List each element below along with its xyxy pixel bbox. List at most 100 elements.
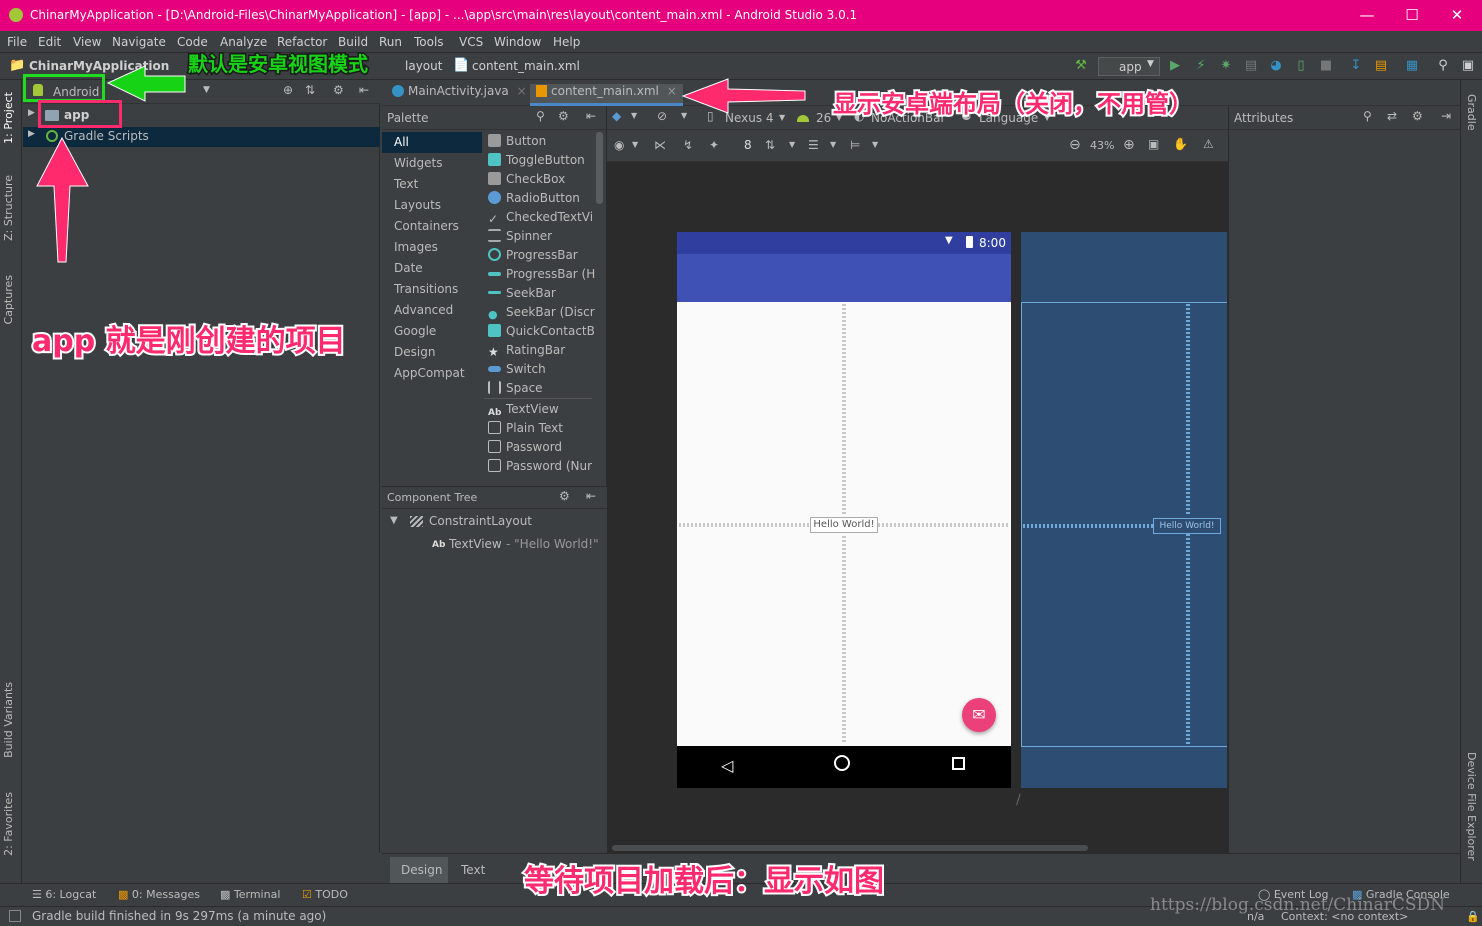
status-message[interactable]: Gradle build finished in 9s 297ms (a min… <box>32 909 326 923</box>
zoom-fit-icon[interactable]: ▣ <box>1148 137 1159 151</box>
menu-file[interactable]: File <box>7 35 27 49</box>
pack-icon[interactable]: ⇅ <box>765 138 775 152</box>
project-structure-icon[interactable]: ▦ <box>1404 58 1420 74</box>
run-config-select[interactable]: app ▼ <box>1098 57 1160 76</box>
stop-icon[interactable]: ■ <box>1318 58 1334 74</box>
default-margin[interactable]: 8 <box>744 138 752 152</box>
palette-item[interactable]: Plain Text <box>488 421 563 435</box>
gear-icon[interactable]: ⚙ <box>1412 109 1423 123</box>
palette-category-date[interactable]: Date <box>394 261 423 275</box>
menu-refactor[interactable]: Refactor <box>277 35 327 49</box>
tool-structure[interactable]: Z: Structure <box>2 175 15 241</box>
toggle-tool-windows-icon[interactable] <box>9 910 21 922</box>
gear-icon[interactable]: ⚙ <box>559 489 570 503</box>
tool-terminal[interactable]: ▩ Terminal <box>220 888 280 901</box>
horizontal-scrollbar[interactable] <box>612 845 1088 851</box>
hide-panel-icon[interactable]: ⇤ <box>586 489 596 503</box>
expand-arrow-icon[interactable]: ▼ <box>390 515 398 526</box>
gear-icon[interactable]: ⚙ <box>558 109 569 123</box>
menu-help[interactable]: Help <box>553 35 580 49</box>
palette-item[interactable]: Button <box>488 134 546 148</box>
hello-textview-blueprint[interactable]: Hello World! <box>1153 518 1221 534</box>
home-icon[interactable] <box>834 755 850 771</box>
palette-item[interactable]: ProgressBar <box>488 248 578 262</box>
palette-item[interactable]: Space <box>488 381 543 395</box>
tree-node-textview[interactable]: TextView <box>449 537 502 551</box>
menu-edit[interactable]: Edit <box>38 35 61 49</box>
menu-view[interactable]: View <box>73 35 101 49</box>
palette-category-design[interactable]: Design <box>394 345 435 359</box>
resize-handle-icon[interactable]: ∕ <box>1016 792 1032 808</box>
search-icon[interactable]: ⚲ <box>1435 58 1451 74</box>
attach-icon[interactable]: ▤ <box>1243 58 1259 74</box>
menu-analyze[interactable]: Analyze <box>220 35 267 49</box>
tab-text[interactable]: Text <box>450 857 500 883</box>
sync-icon[interactable]: ↧ <box>1348 58 1364 74</box>
phone-icon[interactable]: ▯ <box>707 109 714 123</box>
profiler-icon[interactable]: ◕ <box>1268 58 1284 74</box>
chevron-down-icon[interactable]: ▼ <box>789 140 795 149</box>
expand-arrow-icon[interactable]: ▶ <box>28 129 35 139</box>
menu-build[interactable]: Build <box>338 35 368 49</box>
tool-favorites[interactable]: 2: Favorites <box>2 792 15 856</box>
minimize-icon[interactable]: — <box>1352 5 1382 25</box>
palette-item[interactable]: ToggleButton <box>488 153 585 167</box>
palette-category-all[interactable]: All <box>394 135 409 149</box>
palette-scrollbar[interactable] <box>596 132 603 204</box>
menu-navigate[interactable]: Navigate <box>112 35 166 49</box>
collapse-icon[interactable]: ⇅ <box>305 83 315 97</box>
zoom-in-icon[interactable]: ⊕ <box>1123 137 1135 153</box>
hide-panel-icon[interactable]: ⇥ <box>1441 109 1451 123</box>
orientation-icon[interactable]: ⊘ <box>657 109 667 123</box>
palette-item[interactable]: SeekBar <box>488 286 556 300</box>
chevron-down-icon[interactable]: ▼ <box>681 111 687 120</box>
tool-device-file-explorer[interactable]: Device File Explorer <box>1465 752 1478 861</box>
hide-panel-icon[interactable]: ⇤ <box>586 109 596 123</box>
palette-item[interactable]: QuickContactB <box>488 324 595 338</box>
menu-run[interactable]: Run <box>379 35 402 49</box>
avd-manager-icon[interactable]: ▤ <box>1373 58 1389 74</box>
palette-category-advanced[interactable]: Advanced <box>394 303 453 317</box>
palette-item[interactable]: ★ RatingBar <box>488 343 565 359</box>
palette-category-layouts[interactable]: Layouts <box>394 198 441 212</box>
menu-window[interactable]: Window <box>494 35 541 49</box>
layers-icon[interactable]: ◆ <box>612 109 621 123</box>
eye-icon[interactable]: ◉ <box>614 138 624 152</box>
close-icon[interactable]: ✕ <box>1442 5 1472 25</box>
breadcrumb-layout[interactable]: layout <box>405 59 442 73</box>
close-tab-icon[interactable]: × <box>517 84 527 98</box>
palette-item[interactable]: ● SeekBar (Discr <box>488 305 595 321</box>
tab-design[interactable]: Design <box>390 857 448 883</box>
apply-changes-icon[interactable]: ⚡ <box>1193 58 1209 74</box>
guidelines-icon[interactable]: ⊨ <box>850 138 860 152</box>
hide-panel-icon[interactable]: ⇤ <box>359 83 369 97</box>
swap-view-icon[interactable]: ⇄ <box>1387 109 1397 123</box>
palette-item[interactable]: Password (Nur <box>488 459 592 473</box>
tool-logcat[interactable]: ☰ 6: Logcat <box>32 888 96 901</box>
lock-icon[interactable]: 🔒 <box>1466 910 1480 923</box>
recents-icon[interactable] <box>952 757 965 770</box>
sdk-manager-icon[interactable]: ▣ <box>1460 58 1476 74</box>
palette-item[interactable]: ProgressBar (H <box>488 267 595 281</box>
chevron-down-icon[interactable]: ▼ <box>872 140 878 149</box>
device-select[interactable]: Nexus 4 <box>725 111 774 125</box>
warning-icon[interactable]: ⚠ <box>1203 137 1214 151</box>
clear-constraints-icon[interactable]: ↯ <box>683 138 693 152</box>
maximize-icon[interactable]: ☐ <box>1397 5 1427 25</box>
tool-messages[interactable]: ▩ 0: Messages <box>118 888 200 901</box>
hammer-icon[interactable]: ⚒ <box>1073 58 1089 74</box>
palette-item[interactable]: Password <box>488 440 562 454</box>
search-icon[interactable]: ⚲ <box>536 109 545 123</box>
palette-category-appcompat[interactable]: AppCompat <box>394 366 465 380</box>
infer-constraints-icon[interactable]: ✦ <box>709 138 719 152</box>
breadcrumb-file[interactable]: content_main.xml <box>472 59 580 73</box>
palette-item[interactable]: Spinner <box>488 229 552 243</box>
palette-item[interactable]: Ab TextView <box>488 402 559 420</box>
palette-category-transitions[interactable]: Transitions <box>394 282 458 296</box>
tab-main-activity[interactable]: MainActivity.java × <box>386 84 533 106</box>
menu-tools[interactable]: Tools <box>414 35 444 49</box>
tree-item-gradle-scripts[interactable]: ▶ Gradle Scripts <box>23 127 380 147</box>
palette-item[interactable]: Switch <box>488 362 546 376</box>
api-select[interactable]: 26 <box>816 111 831 125</box>
device-icon[interactable]: ▯ <box>1293 58 1309 74</box>
